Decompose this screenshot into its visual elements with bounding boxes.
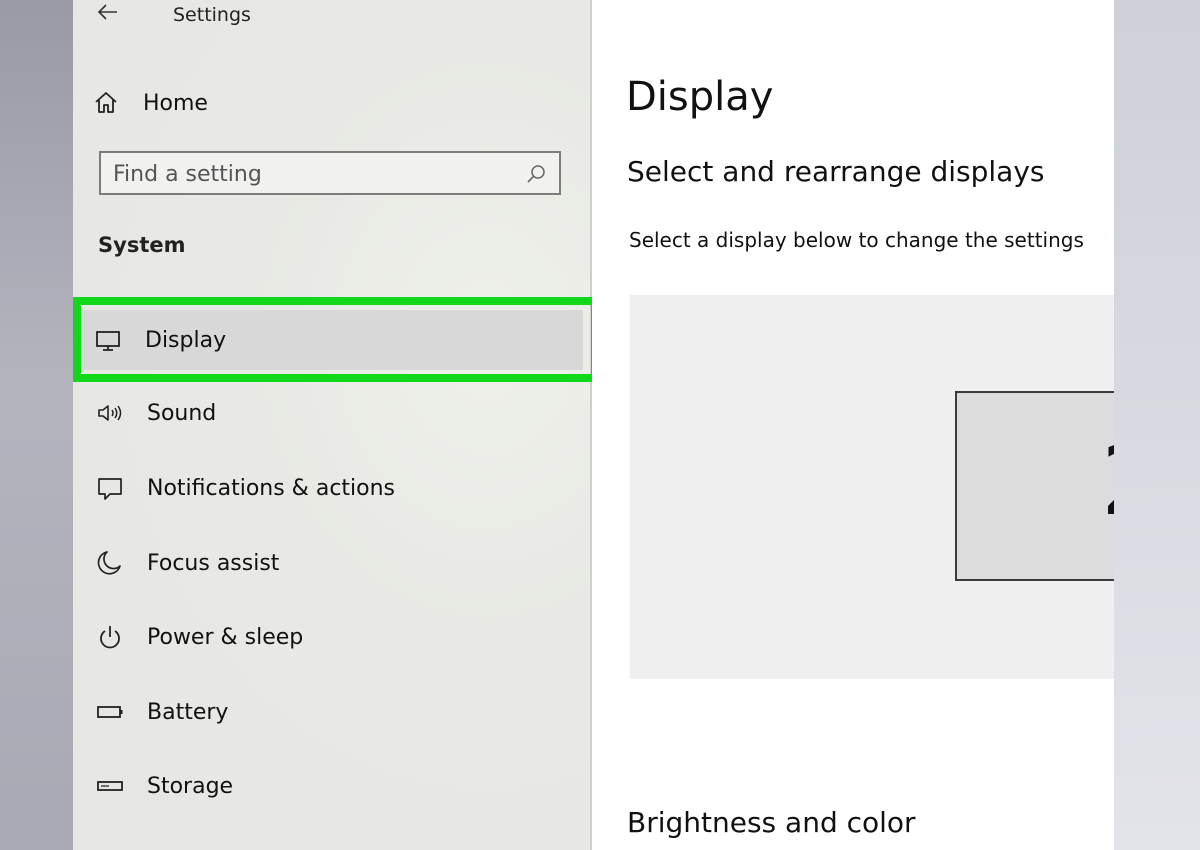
sidebar-item-sound[interactable]: Sound <box>83 383 583 443</box>
search-icon[interactable] <box>525 163 547 185</box>
sidebar-item-storage[interactable]: Storage <box>83 756 583 816</box>
notification-icon <box>95 473 125 503</box>
desktop-background <box>1114 0 1200 850</box>
section-description: Select a display below to change the set… <box>629 228 1084 252</box>
storage-icon <box>95 771 125 801</box>
main-content: Display Select and rearrange displays Se… <box>592 0 1114 850</box>
sidebar-item-label: Sound <box>147 400 217 426</box>
sidebar: Settings Home System <box>73 0 599 850</box>
moon-icon <box>95 548 125 578</box>
system-section-label: System <box>98 233 186 257</box>
battery-icon <box>95 697 125 727</box>
window-title: Settings <box>173 4 251 26</box>
sidebar-item-label: Battery <box>147 699 229 725</box>
search-input[interactable] <box>111 157 515 191</box>
section-heading-brightness: Brightness and color <box>627 806 916 839</box>
display-number: 2 <box>1101 433 1114 529</box>
display-tile-2[interactable]: 2 <box>955 391 1114 581</box>
settings-window: Settings Home System <box>73 0 1114 850</box>
search-box[interactable] <box>99 151 561 195</box>
home-nav-item[interactable]: Home <box>93 83 533 123</box>
highlight-box <box>73 297 599 382</box>
sidebar-item-label: Storage <box>147 773 234 799</box>
sidebar-item-label: Notifications & actions <box>147 475 396 501</box>
speaker-icon <box>95 398 125 428</box>
sidebar-item-power-sleep[interactable]: Power & sleep <box>83 607 583 667</box>
sidebar-item-focus-assist[interactable]: Focus assist <box>83 533 583 593</box>
sidebar-item-label: Focus assist <box>147 550 280 576</box>
sidebar-item-notifications[interactable]: Notifications & actions <box>83 458 583 518</box>
page-title: Display <box>626 74 774 120</box>
back-arrow-icon[interactable] <box>95 0 121 26</box>
home-label: Home <box>143 90 208 116</box>
sidebar-item-label: Power & sleep <box>147 624 304 650</box>
title-bar: Settings <box>73 0 590 30</box>
display-arrangement-area[interactable]: 2 <box>630 295 1114 679</box>
section-heading-arrange: Select and rearrange displays <box>627 155 1045 188</box>
sidebar-item-battery[interactable]: Battery <box>83 682 583 742</box>
power-icon <box>95 622 125 652</box>
home-icon <box>93 90 119 116</box>
